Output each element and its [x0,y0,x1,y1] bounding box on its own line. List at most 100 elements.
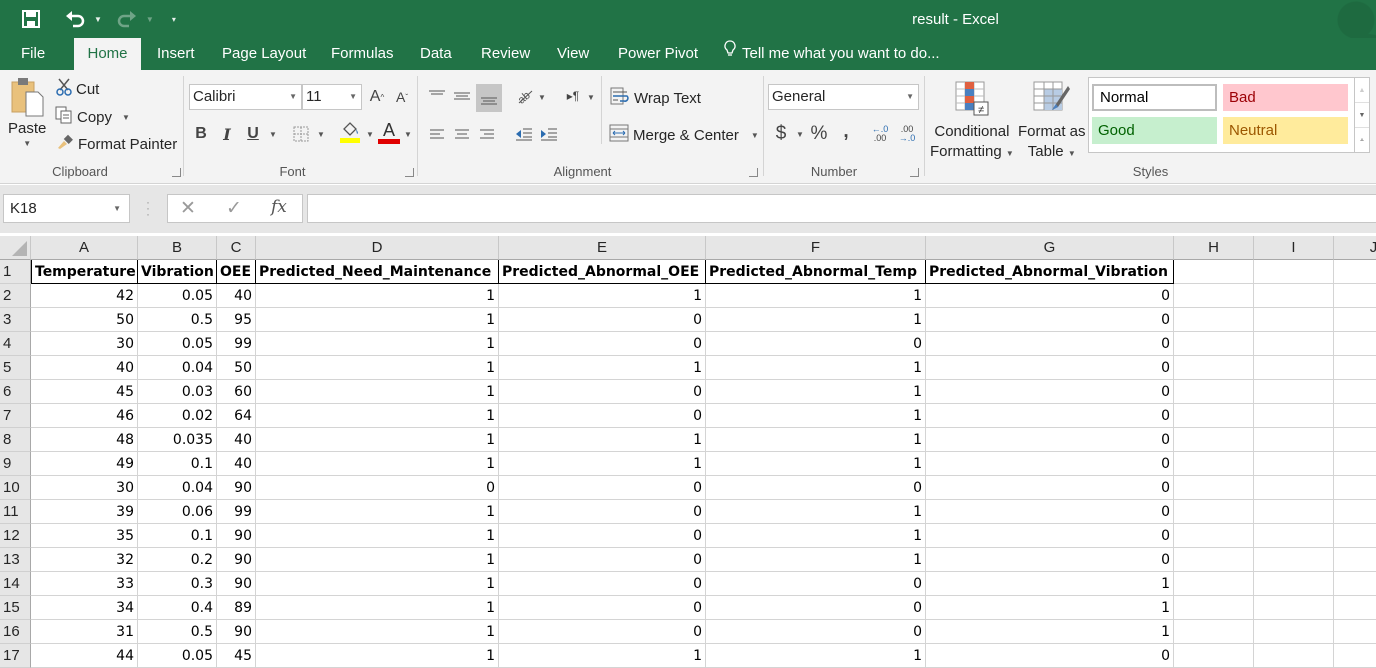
cell-c12[interactable]: 90 [217,524,256,548]
cell-c1[interactable]: OEE [217,260,256,284]
cell-a16[interactable]: 31 [31,620,138,644]
bold-button[interactable]: B [190,122,212,146]
cell-g11[interactable]: 0 [926,500,1174,524]
row-header-11[interactable]: 11 [0,500,31,524]
cell-g6[interactable]: 0 [926,380,1174,404]
row-header-10[interactable]: 10 [0,476,31,500]
cell-c6[interactable]: 60 [217,380,256,404]
cell-c17[interactable]: 45 [217,644,256,668]
cell-e1[interactable]: Predicted_Abnormal_OEE [499,260,706,284]
tab-formulas[interactable]: Formulas [331,38,394,70]
cell-j16[interactable] [1334,620,1376,644]
cell-b13[interactable]: 0.2 [138,548,217,572]
borders-icon[interactable] [290,122,312,146]
cell-f17[interactable]: 1 [706,644,926,668]
align-left-icon[interactable] [426,122,448,146]
cell-c4[interactable]: 99 [217,332,256,356]
number-launcher-icon[interactable] [910,168,919,177]
borders-dropdown-icon[interactable]: ▼ [317,130,325,139]
cell-a5[interactable]: 40 [31,356,138,380]
cell-f5[interactable]: 1 [706,356,926,380]
formula-bar-grip-icon[interactable]: · · · [146,196,150,220]
cell-i2[interactable] [1254,284,1334,308]
top-align-icon[interactable] [426,84,448,108]
row-header-16[interactable]: 16 [0,620,31,644]
cell-c13[interactable]: 90 [217,548,256,572]
enter-icon[interactable]: ✓ [226,197,242,220]
cell-d8[interactable]: 1 [256,428,499,452]
tell-me-search[interactable]: Tell me what you want to do... [724,38,940,70]
column-header-c[interactable]: C [217,236,256,260]
cell-j7[interactable] [1334,404,1376,428]
copy-button[interactable]: Copy ▼ [55,106,130,128]
cell-h13[interactable] [1174,548,1254,572]
cell-c5[interactable]: 50 [217,356,256,380]
text-direction-icon[interactable]: ▸¶ [562,84,584,108]
row-header-8[interactable]: 8 [0,428,31,452]
row-header-1[interactable]: 1 [0,260,31,284]
copy-dropdown-icon[interactable]: ▼ [122,113,130,122]
cell-j2[interactable] [1334,284,1376,308]
cell-d13[interactable]: 1 [256,548,499,572]
cell-j5[interactable] [1334,356,1376,380]
cell-h4[interactable] [1174,332,1254,356]
cell-b10[interactable]: 0.04 [138,476,217,500]
font-size-combo[interactable]: 11 ▼ [302,84,362,110]
cell-e8[interactable]: 1 [499,428,706,452]
cell-e4[interactable]: 0 [499,332,706,356]
cell-f1[interactable]: Predicted_Abnormal_Temp [706,260,926,284]
row-header-17[interactable]: 17 [0,644,31,668]
cell-e14[interactable]: 0 [499,572,706,596]
style-bad[interactable]: Bad [1223,84,1348,111]
column-header-f[interactable]: F [706,236,926,260]
gallery-scroll-up-icon[interactable]: ▲ [1355,78,1369,103]
tab-page-layout[interactable]: Page Layout [222,38,306,70]
cell-b16[interactable]: 0.5 [138,620,217,644]
wrap-text-button[interactable]: Wrap Text [610,87,701,109]
alignment-launcher-icon[interactable] [749,168,758,177]
conditional-formatting-button[interactable]: ≠ Conditional Formatting ▼ [930,80,1014,164]
cell-h10[interactable] [1174,476,1254,500]
cell-h9[interactable] [1174,452,1254,476]
row-header-9[interactable]: 9 [0,452,31,476]
cell-b8[interactable]: 0.035 [138,428,217,452]
cell-g5[interactable]: 0 [926,356,1174,380]
percent-button[interactable]: % [808,122,830,146]
cell-g7[interactable]: 0 [926,404,1174,428]
cell-f4[interactable]: 0 [706,332,926,356]
merge-dropdown-icon[interactable]: ▼ [751,131,759,140]
clipboard-launcher-icon[interactable] [172,168,181,177]
comma-style-button[interactable]: , [835,120,857,144]
cell-a4[interactable]: 30 [31,332,138,356]
currency-button[interactable]: $ [770,122,792,146]
fill-color-button[interactable] [339,120,361,144]
row-header-14[interactable]: 14 [0,572,31,596]
cell-h2[interactable] [1174,284,1254,308]
cell-j6[interactable] [1334,380,1376,404]
column-header-g[interactable]: G [926,236,1174,260]
cell-e15[interactable]: 0 [499,596,706,620]
cell-b14[interactable]: 0.3 [138,572,217,596]
cell-g9[interactable]: 0 [926,452,1174,476]
column-header-j[interactable]: J [1334,236,1376,260]
cell-j9[interactable] [1334,452,1376,476]
middle-align-icon[interactable] [451,84,473,108]
cell-j8[interactable] [1334,428,1376,452]
style-good[interactable]: Good [1092,117,1217,144]
orientation-dropdown-icon[interactable]: ▼ [538,93,546,102]
format-as-table-button[interactable]: Format as Table ▼ [1018,80,1086,164]
cell-i15[interactable] [1254,596,1334,620]
cell-j14[interactable] [1334,572,1376,596]
decrease-font-size-icon[interactable]: Aˇ [391,85,413,109]
column-header-a[interactable]: A [31,236,138,260]
cell-f14[interactable]: 0 [706,572,926,596]
cell-d12[interactable]: 1 [256,524,499,548]
cell-b4[interactable]: 0.05 [138,332,217,356]
cancel-icon[interactable]: ✕ [180,197,196,220]
decrease-indent-icon[interactable] [513,122,535,146]
cell-a6[interactable]: 45 [31,380,138,404]
merge-center-button[interactable]: Merge & Center ▼ [609,124,759,146]
cell-c10[interactable]: 90 [217,476,256,500]
cell-i9[interactable] [1254,452,1334,476]
cell-c2[interactable]: 40 [217,284,256,308]
